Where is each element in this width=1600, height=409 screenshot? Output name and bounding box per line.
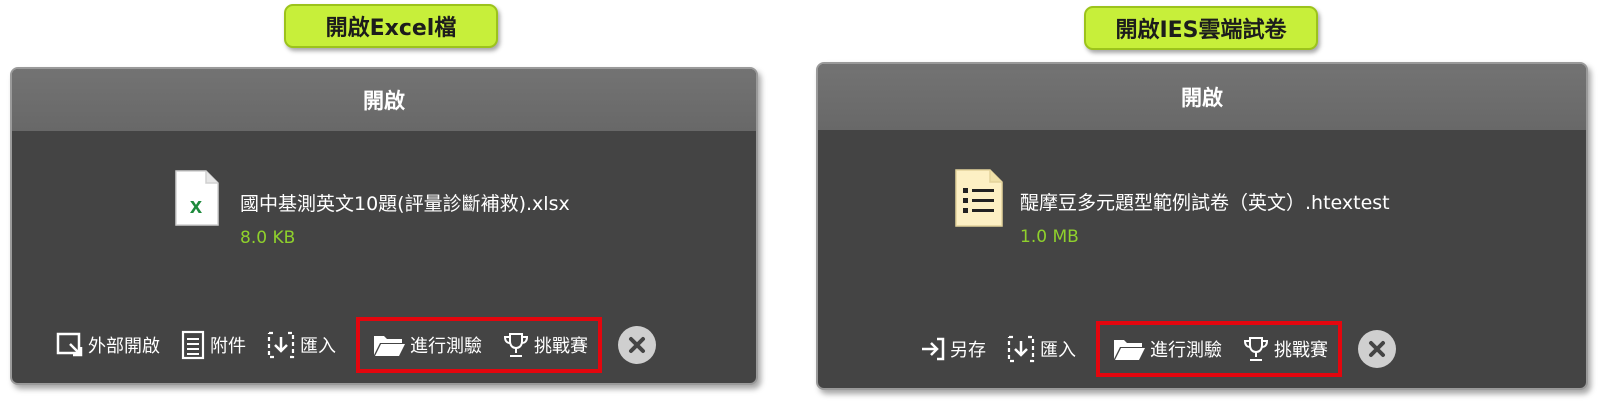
import-button[interactable]: 匯入 <box>266 330 336 360</box>
start-test-button[interactable]: 進行測驗 <box>1112 336 1222 362</box>
save-as-icon <box>922 337 945 361</box>
file-name: 國中基測英文10題(評量診斷補救).xlsx <box>240 193 570 215</box>
dialog-title: 開啟 <box>12 69 756 131</box>
file-size: 8.0 KB <box>240 228 296 248</box>
action-toolbar: 外部開啟 附件 匯入 進行測驗 挑戰賽 <box>56 317 656 373</box>
folder-icon <box>1114 340 1145 360</box>
trophy-icon <box>1243 337 1269 361</box>
challenge-button[interactable]: 挑戰賽 <box>502 331 588 359</box>
excel-open-tag: 開啟Excel檔 <box>284 4 498 48</box>
excel-file-icon: x <box>174 169 224 229</box>
test-paper-file-icon <box>954 168 1004 228</box>
close-button[interactable] <box>1358 330 1396 368</box>
start-test-label: 進行測驗 <box>1150 340 1222 361</box>
start-test-label: 進行測驗 <box>410 336 482 357</box>
import-button[interactable]: 匯入 <box>1006 334 1076 364</box>
file-info: x 國中基測英文10題(評量診斷補救).xlsx 8.0 KB <box>174 169 570 248</box>
close-icon <box>629 337 645 353</box>
highlighted-actions: 進行測驗 挑戰賽 <box>1096 321 1342 377</box>
import-icon <box>267 331 295 359</box>
close-icon <box>1369 341 1385 357</box>
challenge-label: 挑戰賽 <box>534 336 588 357</box>
external-open-icon <box>56 332 83 357</box>
highlighted-actions: 進行測驗 挑戰賽 <box>356 317 602 373</box>
start-test-button[interactable]: 進行測驗 <box>372 332 482 358</box>
open-dialog-ies: 開啟 醍摩豆多元題型範例試卷（英文）.htextest 1.0 MB 另存 匯入… <box>816 62 1588 390</box>
challenge-button[interactable]: 挑戰賽 <box>1242 335 1328 363</box>
ies-open-tag: 開啟IES雲端試卷 <box>1084 6 1318 50</box>
document-icon <box>181 330 205 360</box>
close-button[interactable] <box>618 326 656 364</box>
open-dialog-excel: 開啟 x 國中基測英文10題(評量診斷補救).xlsx 8.0 KB 外部開啟 <box>10 67 758 385</box>
folder-icon <box>374 336 405 356</box>
action-toolbar: 另存 匯入 進行測驗 挑戰賽 <box>920 321 1396 377</box>
import-label: 匯入 <box>1040 340 1076 361</box>
import-icon <box>1007 335 1035 363</box>
svg-text:x: x <box>190 193 203 218</box>
attachment-label: 附件 <box>210 336 246 357</box>
trophy-icon <box>503 333 529 357</box>
attachment-button[interactable]: 附件 <box>180 330 246 360</box>
file-name: 醍摩豆多元題型範例試卷（英文）.htextest <box>1020 192 1390 214</box>
save-as-button[interactable]: 另存 <box>920 336 986 362</box>
challenge-label: 挑戰賽 <box>1274 340 1328 361</box>
dialog-title: 開啟 <box>818 64 1586 130</box>
external-open-label: 外部開啟 <box>88 336 160 357</box>
file-info: 醍摩豆多元題型範例試卷（英文）.htextest 1.0 MB <box>954 168 1390 247</box>
import-label: 匯入 <box>300 336 336 357</box>
external-open-button[interactable]: 外部開啟 <box>56 332 160 358</box>
file-size: 1.0 MB <box>1020 227 1079 247</box>
save-as-label: 另存 <box>950 340 986 361</box>
